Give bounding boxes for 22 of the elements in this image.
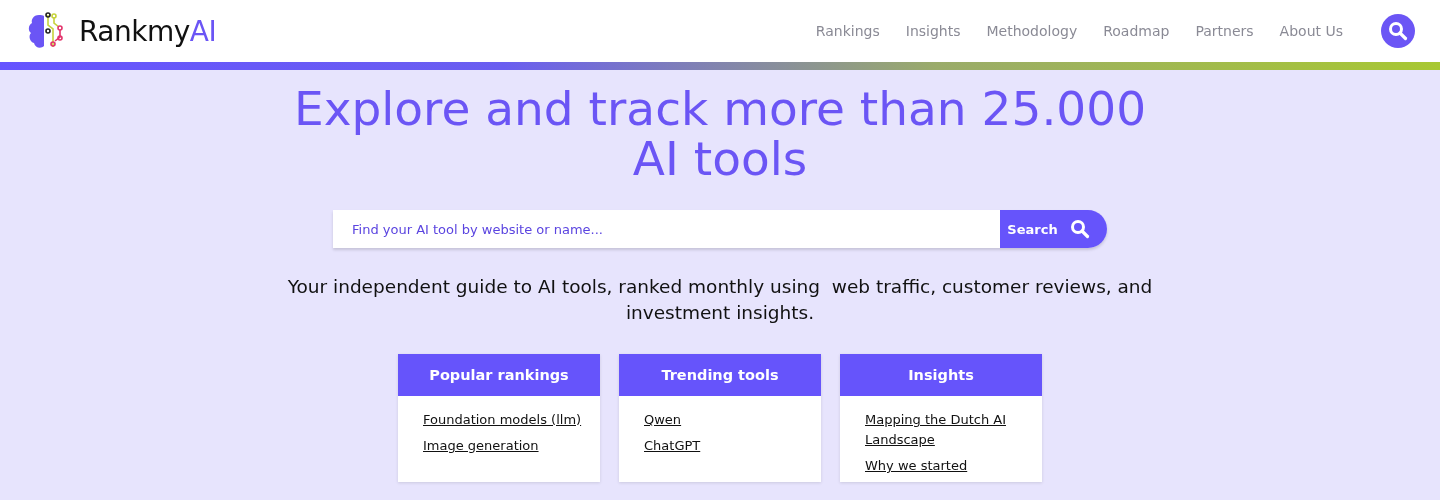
nav-link[interactable]: Rankings <box>815 23 880 39</box>
card-title: Trending tools <box>619 354 821 396</box>
nav-link[interactable]: About Us <box>1279 23 1343 39</box>
search-icon <box>1388 21 1408 41</box>
card-title: Insights <box>840 354 1042 396</box>
search-submit-button[interactable]: Search <box>1000 210 1107 248</box>
search-icon <box>1069 219 1090 239</box>
logo-link[interactable]: RankmyAI <box>27 11 217 51</box>
hero-title: Explore and track more than 25.000 AI tools <box>292 84 1148 184</box>
logo-wordmark: RankmyAI <box>79 14 217 48</box>
card-link[interactable]: Why we started <box>865 456 1028 476</box>
card-title: Popular rankings <box>398 354 600 396</box>
nav-link[interactable]: Methodology <box>986 23 1078 39</box>
card-link[interactable]: ChatGPT <box>644 436 807 456</box>
card-link[interactable]: Image generation <box>423 436 586 456</box>
hero-subtitle: Your independent guide to AI tools, ranked monthly using web traffic, customer reviews, and investment insights. <box>286 275 1154 325</box>
nav-link[interactable]: Insights <box>905 23 961 39</box>
search-button[interactable] <box>1381 14 1415 48</box>
card-link[interactable]: Qwen <box>644 410 807 430</box>
card-link[interactable]: Mapping the Dutch AI Landscape <box>865 410 1028 450</box>
search-field[interactable]: Find your AI tool by website or name... <box>333 210 1000 248</box>
card-link[interactable]: Foundation models (llm) <box>423 410 586 430</box>
